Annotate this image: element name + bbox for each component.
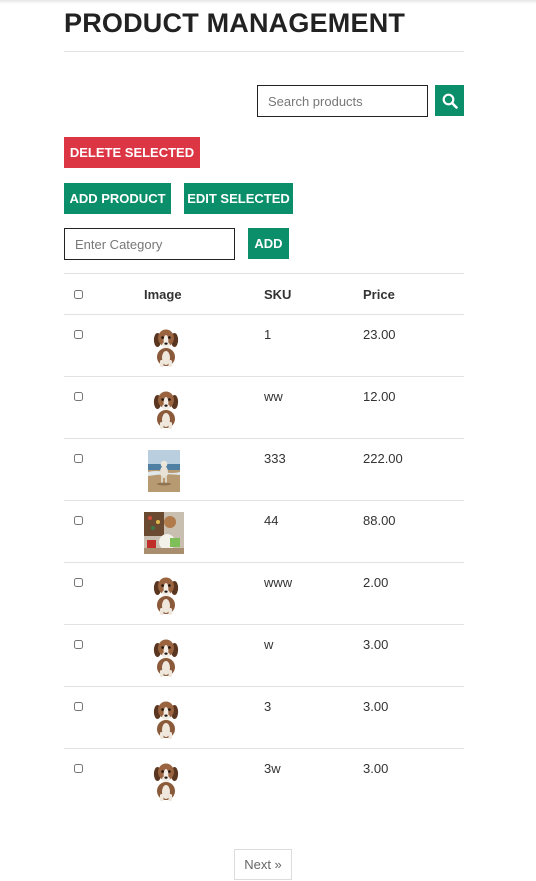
- header-price: Price: [363, 273, 464, 315]
- row-image-cell: [144, 562, 264, 625]
- row-price: 3.00: [363, 748, 464, 811]
- row-price: 222.00: [363, 438, 464, 501]
- table-row: 44 88.00: [64, 500, 464, 563]
- row-image-cell: [144, 438, 264, 501]
- table-row: 3 3.00: [64, 686, 464, 749]
- row-price: 23.00: [363, 314, 464, 377]
- row-image-cell: [144, 314, 264, 377]
- row-select-cell: [64, 438, 144, 501]
- category-input[interactable]: [64, 228, 235, 260]
- row-image-cell: [144, 624, 264, 687]
- table-row: www 2.00: [64, 562, 464, 625]
- row-price: 3.00: [363, 624, 464, 687]
- row-image-cell: [144, 686, 264, 749]
- product-thumbnail: [153, 577, 179, 615]
- edit-selected-button[interactable]: EDIT SELECTED: [184, 183, 293, 214]
- row-price: 12.00: [363, 376, 464, 439]
- table-row: ww 12.00: [64, 376, 464, 439]
- row-image-cell: [144, 376, 264, 439]
- row-checkbox[interactable]: [74, 578, 83, 587]
- row-select-cell: [64, 562, 144, 625]
- product-thumbnail: [153, 763, 179, 801]
- product-thumbnail: [153, 639, 179, 677]
- row-price: 88.00: [363, 500, 464, 563]
- row-checkbox[interactable]: [74, 392, 83, 401]
- next-page-button[interactable]: Next »: [234, 849, 292, 880]
- row-select-cell: [64, 624, 144, 687]
- row-sku: www: [264, 562, 363, 625]
- row-sku: 1: [264, 314, 363, 377]
- row-sku: 3w: [264, 748, 363, 811]
- table-row: 1 23.00: [64, 314, 464, 377]
- search-input[interactable]: [257, 85, 428, 117]
- add-product-button[interactable]: ADD PRODUCT: [64, 183, 171, 214]
- table-row: w 3.00: [64, 624, 464, 687]
- product-thumbnail: [153, 701, 179, 739]
- page-title: PRODUCT MANAGEMENT: [64, 8, 406, 38]
- row-select-cell: [64, 376, 144, 439]
- row-sku: 44: [264, 500, 363, 563]
- product-thumbnail: [153, 391, 179, 429]
- row-price: 2.00: [363, 562, 464, 625]
- row-sku: 333: [264, 438, 363, 501]
- product-thumbnail: [144, 512, 184, 554]
- row-select-cell: [64, 748, 144, 811]
- delete-selected-button[interactable]: DELETE SELECTED: [64, 137, 200, 168]
- top-shadow: [0, 0, 536, 4]
- row-checkbox[interactable]: [74, 702, 83, 711]
- row-checkbox[interactable]: [74, 516, 83, 525]
- row-select-cell: [64, 686, 144, 749]
- row-checkbox[interactable]: [74, 764, 83, 773]
- product-table: Image SKU Price 1 23.00 ww 12.00 333 222…: [64, 273, 464, 811]
- product-thumbnail: [153, 329, 179, 367]
- row-image-cell: [144, 748, 264, 811]
- table-header-row: Image SKU Price: [64, 273, 464, 315]
- add-category-button[interactable]: ADD: [248, 228, 289, 259]
- search-button[interactable]: [435, 85, 464, 116]
- row-checkbox[interactable]: [74, 640, 83, 649]
- row-sku: ww: [264, 376, 363, 439]
- row-checkbox[interactable]: [74, 454, 83, 463]
- title-divider: [64, 51, 464, 52]
- row-price: 3.00: [363, 686, 464, 749]
- row-checkbox[interactable]: [74, 330, 83, 339]
- table-row: 3w 3.00: [64, 748, 464, 811]
- row-image-cell: [144, 500, 264, 563]
- table-row: 333 222.00: [64, 438, 464, 501]
- product-thumbnail: [148, 450, 180, 492]
- search-icon: [442, 93, 458, 109]
- row-select-cell: [64, 314, 144, 377]
- header-sku: SKU: [264, 273, 363, 315]
- row-sku: 3: [264, 686, 363, 749]
- row-sku: w: [264, 624, 363, 687]
- select-all-checkbox[interactable]: [74, 289, 83, 299]
- header-image: Image: [144, 273, 264, 315]
- row-select-cell: [64, 500, 144, 563]
- header-select-cell: [64, 273, 144, 315]
